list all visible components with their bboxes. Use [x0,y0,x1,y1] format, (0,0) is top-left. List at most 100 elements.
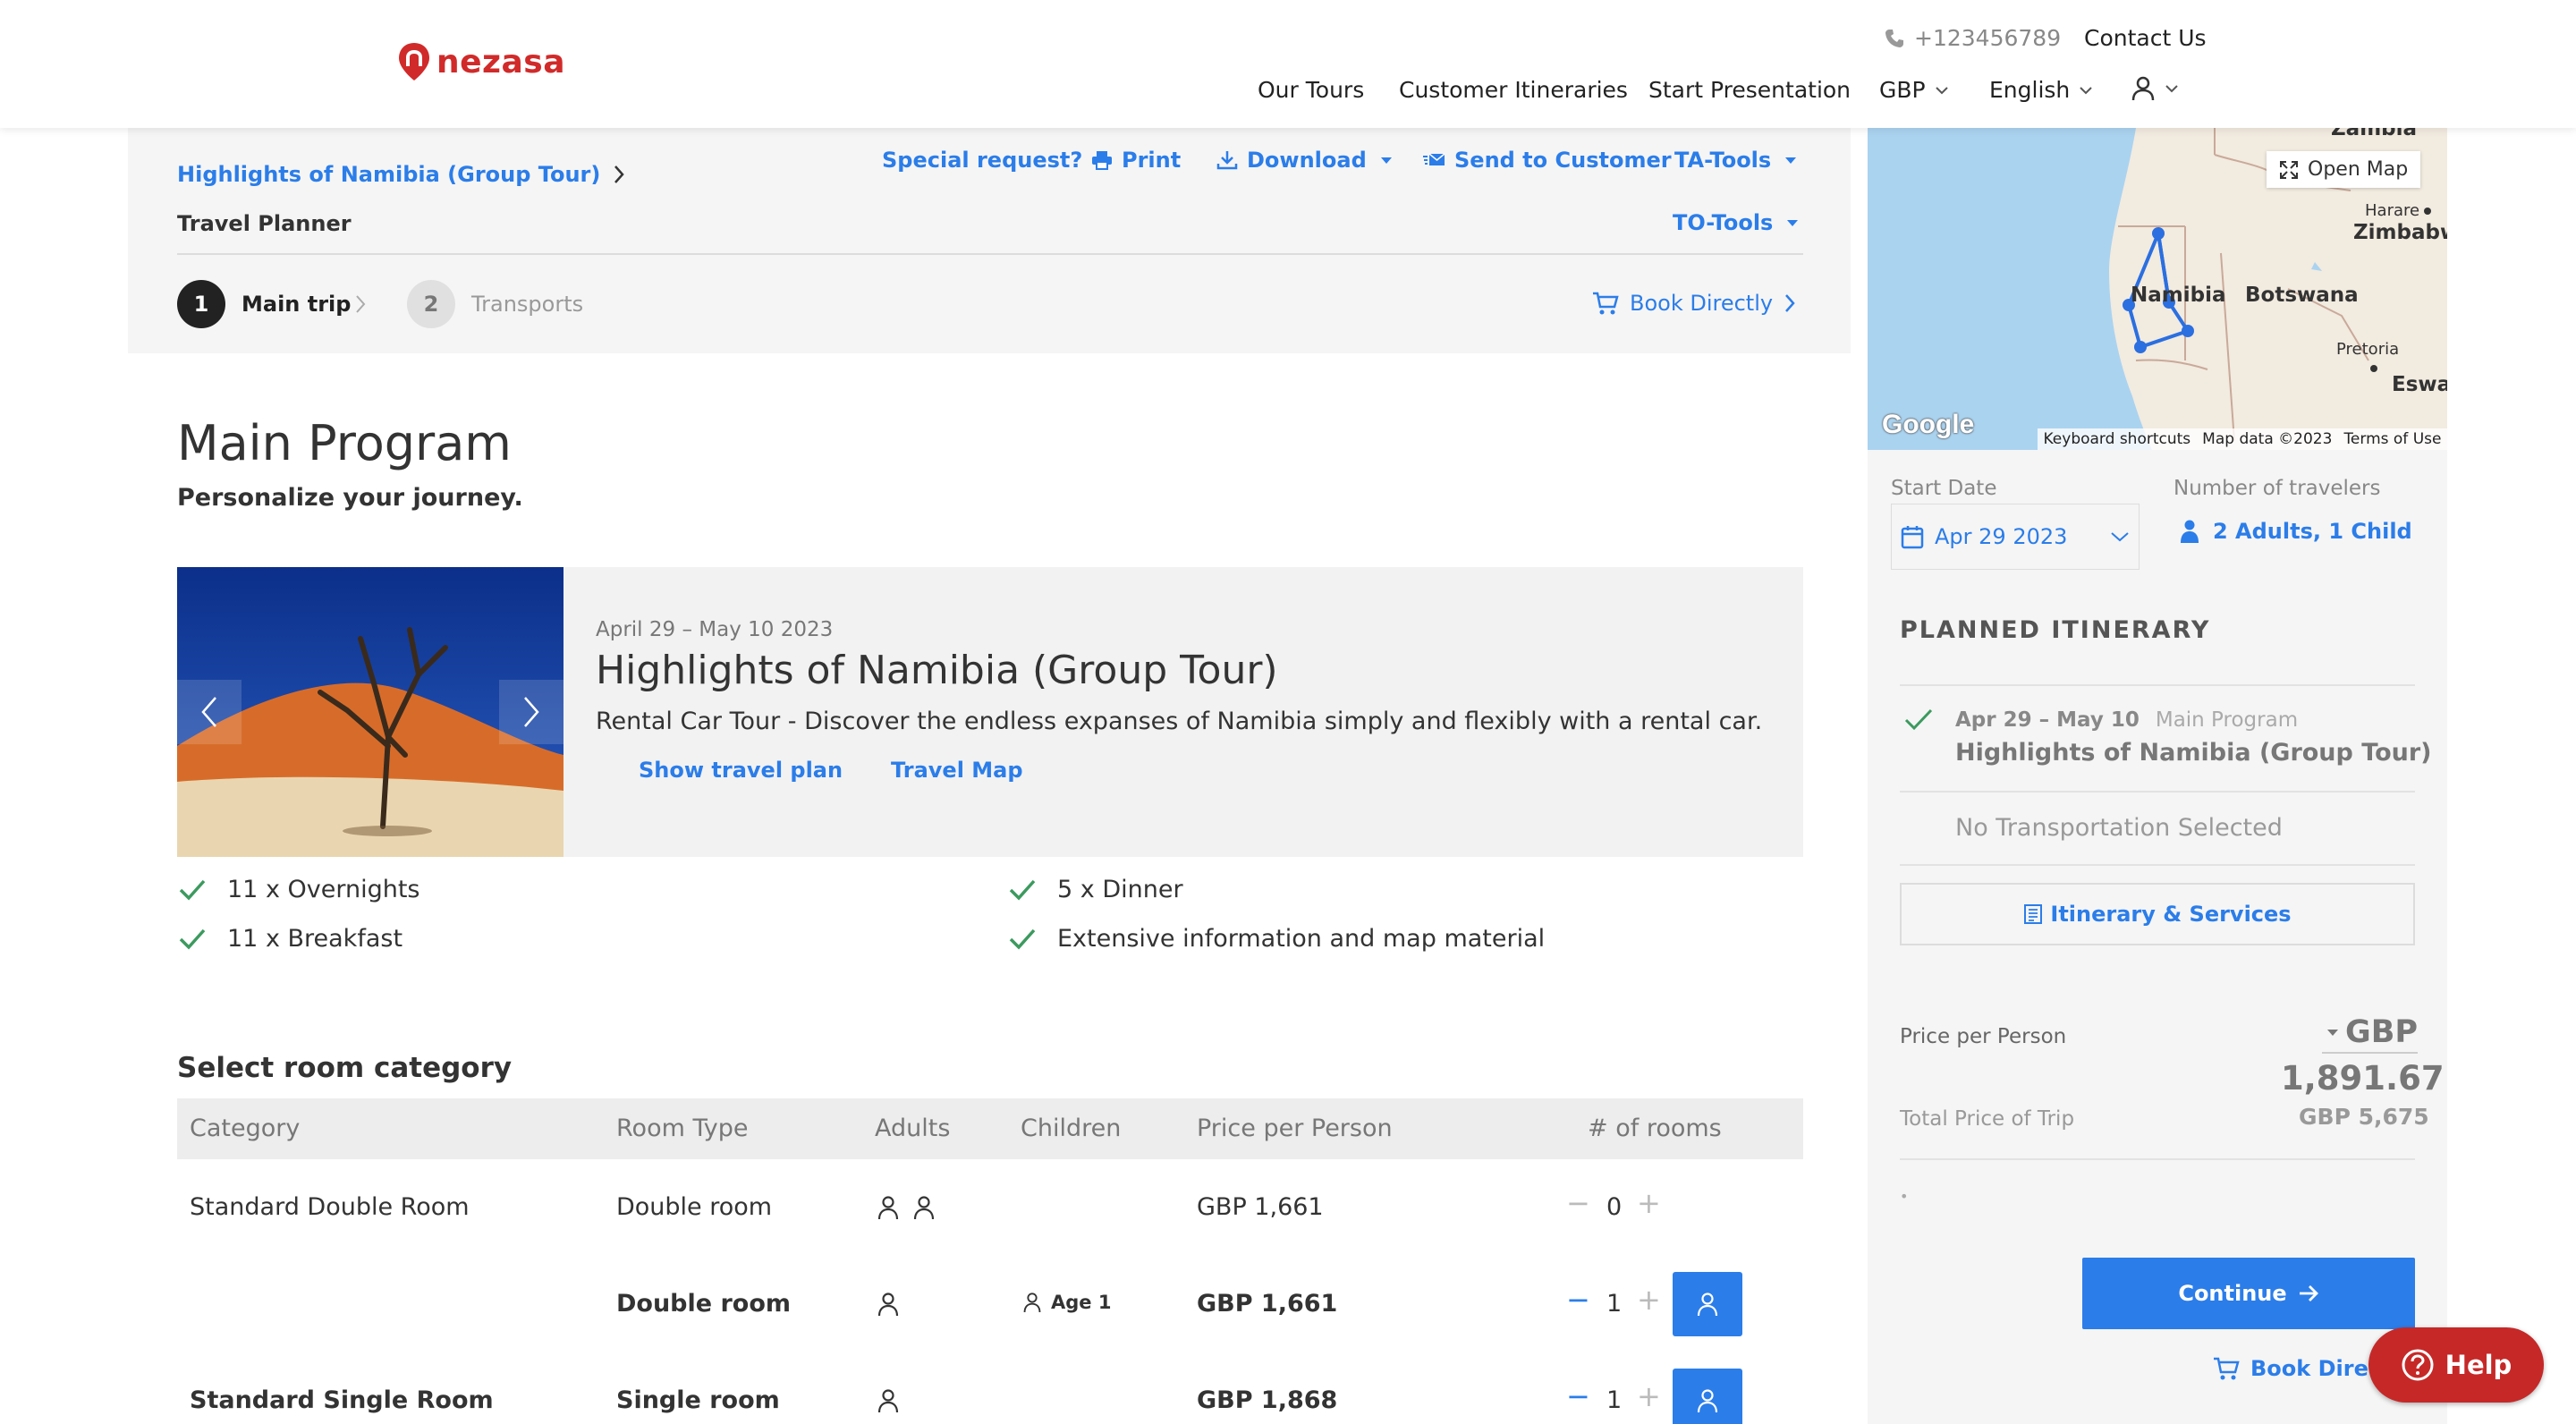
map-label-zimbabwe: Zimbabw [2353,221,2447,244]
header-divider [177,253,1803,255]
step-label: Transports [471,292,584,317]
document-list-icon [2024,904,2043,924]
person-icon [913,1196,935,1220]
book-directly-header[interactable]: Book Directly [1592,291,1796,316]
room-quantity: 0 [1606,1193,1623,1221]
currency-code: GBP [2345,1014,2419,1050]
divider [1900,791,2415,793]
to-tools-label: TO-Tools [1673,210,1774,235]
itinerary-type: Main Program [2155,708,2299,732]
cart-icon [1593,292,1619,315]
open-map-button[interactable]: Open Map [2267,151,2421,188]
travel-planner-label: Travel Planner [177,211,352,236]
contact-us-link[interactable]: Contact Us [2084,25,2207,51]
decrease-rooms-button[interactable]: − [1566,1283,1590,1317]
increase-rooms-button[interactable]: + [1637,1379,1661,1413]
user-menu[interactable] [2131,75,2179,102]
download-button[interactable]: Download [1216,148,1392,173]
route-map[interactable]: Zambia Harare Zimbabw Namibia Botswana P… [1868,128,2447,450]
terms-of-use-link[interactable]: Terms of Use [2343,430,2441,448]
help-label: Help [2445,1350,2512,1380]
phone-contact[interactable]: +123456789 [1884,25,2061,51]
send-label: Send to Customer [1454,148,1672,173]
chevron-down-icon [1935,86,1948,94]
help-button[interactable]: Help [2368,1327,2544,1403]
step-main-trip[interactable]: 1 Main trip [177,280,351,328]
assign-travelers-button[interactable] [1673,1272,1742,1336]
nav-our-tours[interactable]: Our Tours [1258,77,1364,103]
top-navigation-bar: nezasa +123456789 Contact Us Our Tours C… [0,0,2576,128]
ta-tools-menu[interactable]: TA-Tools [1674,148,1797,173]
step-transports[interactable]: 2 Transports [407,280,583,328]
carousel-next-button[interactable] [499,680,564,744]
person-icon [877,1196,899,1220]
total-price-value: GBP 5,675 [2299,1104,2429,1130]
start-date-value: Apr 29 2023 [1935,524,2068,549]
adults-icons [877,1195,936,1220]
currency-dropdown[interactable]: GBP [2322,1014,2419,1054]
price-per-person-value: 1,891.67 [2281,1059,2445,1098]
room-quantity: 1 [1606,1386,1623,1414]
itinerary-item-meta: Apr 29 – May 10 Main Program [1955,708,2298,732]
itinerary-item[interactable]: Apr 29 – May 10 Main Program Highlights … [1900,703,2432,775]
nav-customer-itineraries[interactable]: Customer Itineraries [1399,77,1628,103]
user-icon [2131,76,2155,101]
keyboard-shortcuts-link[interactable]: Keyboard shortcuts [2044,430,2191,448]
continue-label: Continue [2178,1281,2287,1306]
step-label: Main trip [242,292,352,317]
check-icon [179,879,206,901]
question-circle-icon [2402,1349,2434,1381]
show-travel-plan-link[interactable]: Show travel plan [639,758,843,783]
person-icon [1697,1389,1718,1413]
map-label-eswatini: Eswa [2392,373,2447,396]
caret-down-icon [1785,157,1797,164]
caret-down-icon [1787,219,1799,226]
special-request-link[interactable]: Special request? [882,148,1082,173]
travelers-value: 2 Adults, 1 Child [2213,519,2412,544]
language-selector[interactable]: English [1989,77,2093,103]
nav-start-presentation[interactable]: Start Presentation [1648,77,1851,103]
inclusion-label: 5 x Dinner [1057,875,1183,903]
check-icon [179,928,206,950]
print-button[interactable]: Print [1091,148,1181,173]
travel-map-link[interactable]: Travel Map [891,758,1023,783]
brand-logo[interactable]: nezasa [397,41,565,82]
room-category-title: Select room category [177,1052,513,1084]
start-date-label: Start Date [1891,477,1997,500]
brand-name: nezasa [436,43,566,81]
inclusion-label: Extensive information and map material [1057,924,1546,953]
dot-indicator: • [1900,1188,1909,1205]
increase-rooms-button[interactable]: + [1637,1186,1661,1220]
itinerary-services-button[interactable]: Itinerary & Services [1900,883,2415,945]
room-price: GBP 1,868 [1197,1386,1338,1414]
currency-value: GBP [1879,77,1926,103]
column-header: Price per Person [1197,1115,1393,1142]
printer-icon [1092,151,1112,170]
room-price: GBP 1,661 [1197,1290,1338,1318]
total-price-label: Total Price of Trip [1900,1107,2075,1131]
to-tools-menu[interactable]: TO-Tools [1673,210,1799,235]
breadcrumb[interactable]: Highlights of Namibia (Group Tour) [177,162,625,187]
calendar-icon [1901,526,1924,549]
assign-travelers-button[interactable] [1673,1369,1742,1424]
table-row: Double room Age 1 GBP 1,661 − 1 + [177,1256,1803,1352]
send-to-customer-button[interactable]: Send to Customer [1422,148,1672,173]
inclusion-item: 11 x Breakfast [177,923,402,954]
check-icon [1904,708,1933,731]
adults-icons [877,1292,900,1317]
travelers-label: Number of travelers [2174,477,2381,500]
room-category: Standard Single Room [190,1386,494,1414]
decrease-rooms-button[interactable]: − [1566,1379,1590,1413]
travelers-selector[interactable]: 2 Adults, 1 Child [2181,519,2412,544]
logo-pin-icon [399,43,429,81]
carousel-prev-button[interactable] [177,680,242,744]
decrease-rooms-button[interactable]: − [1566,1186,1590,1220]
send-mail-icon [1423,153,1445,165]
increase-rooms-button[interactable]: + [1637,1283,1661,1317]
table-row: Standard Single Room Single room GBP 1,8… [177,1352,1803,1424]
room-price: GBP 1,661 [1197,1193,1324,1221]
currency-selector[interactable]: GBP [1879,77,1949,103]
start-date-picker[interactable]: Apr 29 2023 [1891,504,2140,570]
continue-button[interactable]: Continue [2082,1258,2415,1329]
no-transportation-text: No Transportation Selected [1955,814,2283,842]
